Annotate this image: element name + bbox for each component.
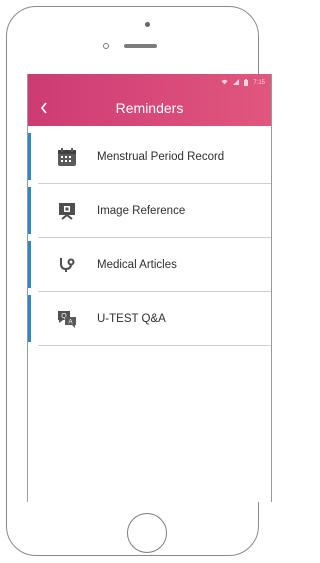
wifi-icon bbox=[221, 79, 228, 87]
menu-item-image-reference[interactable]: Image Reference bbox=[28, 184, 271, 238]
phone-frame: 7:15 Reminders Menstrual Period Record I… bbox=[6, 6, 272, 556]
app-bar: 7:15 Reminders bbox=[28, 74, 271, 126]
front-camera bbox=[103, 43, 109, 49]
calendar-icon bbox=[56, 146, 78, 168]
svg-text:A: A bbox=[68, 319, 72, 325]
accent-bar bbox=[28, 133, 31, 180]
menu-item-medical-articles[interactable]: Medical Articles bbox=[28, 238, 271, 292]
accent-bar bbox=[28, 241, 31, 288]
qa-chat-icon: Q A bbox=[56, 308, 78, 330]
menu-item-label: Image Reference bbox=[97, 204, 186, 217]
menu-item-label: U-TEST Q&A bbox=[97, 312, 166, 325]
screen: 7:15 Reminders Menstrual Period Record I… bbox=[27, 74, 272, 502]
menu-item-menstrual-period-record[interactable]: Menstrual Period Record bbox=[28, 130, 271, 184]
battery-icon bbox=[244, 78, 249, 88]
stethoscope-icon bbox=[56, 254, 78, 276]
speaker-grille bbox=[124, 44, 157, 48]
status-time: 7:15 bbox=[253, 80, 265, 86]
menu-item-label: Menstrual Period Record bbox=[97, 150, 225, 163]
camera-dot bbox=[145, 22, 150, 27]
home-button[interactable] bbox=[127, 513, 167, 553]
image-reference-icon bbox=[56, 200, 78, 222]
signal-icon bbox=[233, 79, 240, 87]
status-bar: 7:15 bbox=[221, 78, 265, 88]
page-title: Reminders bbox=[115, 100, 184, 116]
menu-item-u-test-qa[interactable]: Q A U-TEST Q&A bbox=[28, 292, 271, 346]
menu-item-label: Medical Articles bbox=[97, 258, 177, 271]
accent-bar bbox=[28, 187, 31, 234]
accent-bar bbox=[28, 295, 31, 342]
menu-list: Menstrual Period Record Image Reference bbox=[28, 130, 271, 346]
